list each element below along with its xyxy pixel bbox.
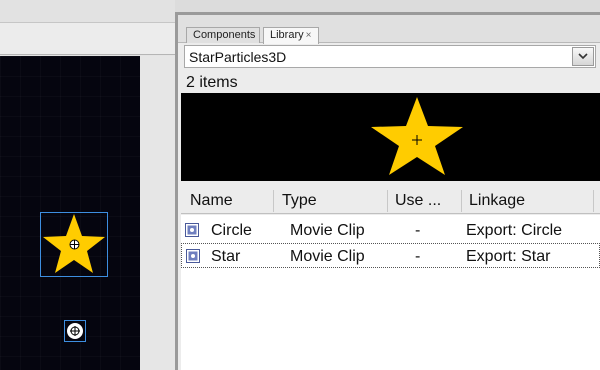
item-type: Movie Clip	[290, 222, 365, 239]
movie-clip-icon	[186, 249, 200, 263]
column-divider[interactable]	[273, 190, 274, 212]
column-header-type[interactable]: Type	[282, 192, 317, 210]
column-header-use-count[interactable]: Use ...	[395, 192, 441, 210]
symbol-preview	[181, 93, 600, 181]
stage-gutter	[140, 56, 175, 370]
column-divider[interactable]	[387, 190, 388, 212]
library-panel: Components Library × StarParticles3D 2 it…	[175, 12, 600, 370]
library-column-header: Name Type Use ... Linkage	[181, 187, 600, 214]
tab-library-label: Library	[270, 29, 304, 41]
item-linkage: Export: Star	[466, 248, 551, 265]
list-item[interactable]: Circle Movie Clip - Export: Circle	[181, 218, 600, 243]
movie-clip-icon	[185, 223, 199, 237]
library-document-select[interactable]: StarParticles3D	[184, 45, 596, 68]
chevron-down-icon	[578, 53, 588, 60]
item-use-count: -	[415, 248, 421, 265]
tab-components-label: Components	[193, 29, 256, 41]
library-document-select-value: StarParticles3D	[189, 49, 287, 65]
stage-workspace	[0, 0, 175, 370]
workspace-edit-bar	[0, 23, 175, 55]
column-divider[interactable]	[461, 190, 462, 212]
tab-components[interactable]: Components	[186, 27, 260, 43]
tab-library[interactable]: Library ×	[263, 27, 319, 44]
library-item-list: Circle Movie Clip - Export: Circle Star …	[181, 215, 600, 370]
column-header-linkage[interactable]: Linkage	[469, 192, 525, 210]
workspace-toolbar-strip	[0, 0, 175, 23]
registration-point-icon	[69, 239, 80, 250]
item-use-count: -	[415, 222, 421, 239]
item-linkage: Export: Circle	[466, 222, 563, 239]
crosshair-icon	[70, 326, 80, 336]
list-item[interactable]: Star Movie Clip - Export: Star	[181, 243, 600, 268]
item-count: 2 items	[186, 74, 238, 91]
column-divider[interactable]	[593, 190, 594, 212]
dropdown-button[interactable]	[572, 47, 594, 66]
column-header-name[interactable]: Name	[190, 192, 233, 210]
registration-cross-icon	[412, 135, 422, 145]
item-name: Star	[211, 248, 241, 265]
panel-tab-bar: Components Library ×	[178, 15, 600, 44]
circle-symbol-on-stage[interactable]	[64, 320, 86, 342]
item-type: Movie Clip	[290, 248, 365, 265]
item-name: Circle	[211, 222, 252, 239]
close-icon[interactable]: ×	[306, 30, 312, 41]
